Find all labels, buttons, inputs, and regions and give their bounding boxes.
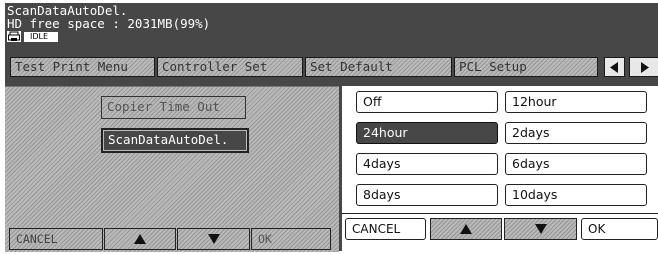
printer-icon (7, 31, 21, 42)
cancel-button[interactable]: CANCEL (345, 218, 426, 240)
printer-status: IDLE (7, 31, 59, 42)
down-button-left[interactable] (177, 228, 250, 250)
tab-pcl-setup[interactable]: PCL Setup (454, 57, 598, 77)
option-12hour[interactable]: 12hour (505, 91, 647, 113)
cancel-button-left[interactable]: CANCEL (9, 228, 103, 250)
status-badge: IDLE (24, 31, 59, 42)
right-arrow-icon (640, 61, 649, 73)
up-arrow-icon (134, 234, 146, 244)
ok-button[interactable]: OK (581, 218, 658, 240)
scan-data-auto-del-button[interactable]: ScanDataAutoDel. (101, 128, 249, 153)
hd-free-space: HD free space : 2031MB(99%) (7, 16, 211, 31)
divider (342, 213, 658, 214)
down-button[interactable] (504, 218, 577, 240)
option-2days[interactable]: 2days (505, 122, 647, 144)
option-6days[interactable]: 6days (505, 153, 647, 175)
ok-button-left[interactable]: OK (251, 228, 331, 250)
tab-controller-set[interactable]: Controller Set (157, 57, 303, 77)
next-tab-button[interactable] (629, 57, 658, 77)
tab-test-print-menu[interactable]: Test Print Menu (10, 57, 155, 77)
option-4days[interactable]: 4days (356, 153, 498, 175)
up-button-left[interactable] (104, 228, 176, 250)
option-24hour[interactable]: 24hour (356, 122, 498, 144)
prev-tab-button[interactable] (604, 57, 625, 77)
copier-time-out-button[interactable]: Copier Time Out (101, 96, 246, 119)
option-off[interactable]: Off (356, 91, 498, 113)
down-arrow-icon (534, 224, 547, 234)
left-arrow-icon (610, 61, 618, 73)
up-arrow-icon (460, 224, 472, 234)
up-button[interactable] (430, 218, 502, 240)
options-panel: Off 12hour 24hour 2days 4days 6days 8day… (342, 86, 658, 251)
menu-panel: Copier Time Out ScanDataAutoDel. CANCEL … (5, 86, 339, 252)
down-arrow-icon (207, 234, 220, 244)
option-8days[interactable]: 8days (356, 184, 498, 206)
tab-set-default[interactable]: Set Default (305, 57, 452, 77)
option-10days[interactable]: 10days (505, 184, 647, 206)
